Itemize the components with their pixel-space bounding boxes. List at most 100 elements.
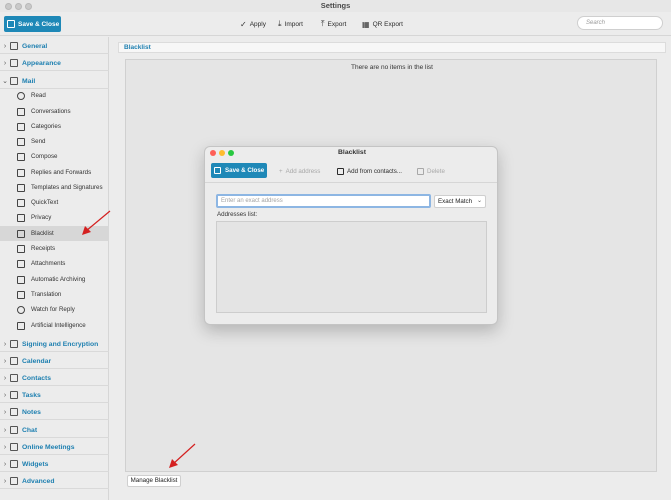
sidebar-item-label: Send [31, 138, 46, 145]
advanced-gear-icon [10, 477, 18, 485]
export-icon: ⤒ [321, 19, 325, 28]
sidebar-item-label: Receipts [31, 245, 56, 252]
envelope-icon [10, 77, 18, 85]
video-icon [10, 443, 18, 451]
sidebar-section-advanced[interactable]: › Advanced [0, 474, 109, 489]
lock-icon [10, 340, 18, 348]
window-minimize-button[interactable] [15, 3, 22, 10]
manage-blacklist-button[interactable]: Manage Blacklist [127, 475, 181, 487]
chevron-right-icon: › [3, 477, 7, 485]
paperclip-icon [17, 259, 25, 268]
search-input[interactable]: Search [577, 16, 663, 30]
sidebar-section-online-meetings[interactable]: › Online Meetings [0, 440, 109, 455]
empty-list-message: There are no items in the list [350, 64, 433, 71]
sidebar-item-automatic-archiving[interactable]: Automatic Archiving [0, 272, 109, 287]
tasks-icon [10, 391, 18, 399]
widgets-icon [10, 460, 18, 468]
match-mode-select[interactable]: Exact Match ⌄ [434, 195, 486, 208]
chevron-right-icon: › [3, 357, 7, 365]
import-button[interactable]: ⤓ Import [278, 18, 303, 30]
chevron-right-icon: › [3, 59, 7, 67]
address-input[interactable]: Enter an exact address [216, 194, 431, 208]
sidebar-item-label: Compose [31, 153, 58, 160]
addresses-list-label: Addresses list: [217, 211, 258, 218]
sidebar-section-label: Chat [22, 426, 38, 434]
template-icon [17, 183, 25, 192]
sidebar-section-label: Appearance [22, 59, 61, 67]
sidebar-section-label: Contacts [22, 374, 52, 382]
window-zoom-button[interactable] [25, 3, 32, 10]
sidebar-section-label: Online Meetings [22, 443, 75, 451]
pane-title: Blacklist [118, 42, 666, 53]
settings-sidebar: › General › Appearance ⌄ Mail Read Conve… [0, 37, 109, 500]
quicktext-icon [17, 198, 25, 207]
add-icon: + [279, 167, 283, 175]
add-from-contacts-button[interactable]: Add from contacts... [337, 165, 402, 177]
chevron-right-icon: › [3, 42, 7, 50]
window-title: Settings [320, 1, 351, 10]
qr-export-label: QR Export [372, 20, 403, 28]
eye-icon [17, 91, 25, 100]
sidebar-item-receipts[interactable]: Receipts [0, 241, 109, 256]
grid-icon [17, 122, 25, 131]
sidebar-item-artificial-intelligence[interactable]: Artificial Intelligence [0, 318, 109, 333]
sidebar-item-templates-signatures[interactable]: Templates and Signatures [0, 180, 109, 195]
sidebar-section-mail[interactable]: ⌄ Mail [0, 74, 109, 89]
sidebar-item-read[interactable]: Read [0, 88, 109, 103]
sidebar-section-signing-encryption[interactable]: › Signing and Encryption [0, 337, 109, 352]
sidebar-item-label: Artificial Intelligence [31, 322, 86, 329]
dialog-toolbar: Save & Close + Add address Add from cont… [205, 159, 497, 183]
settings-toolbar: Save & Close ✓ Apply ⤓ Import ⤒ Export ▦… [0, 12, 671, 36]
qr-code-icon: ▦ [362, 19, 370, 29]
apply-button[interactable]: ✓ Apply [240, 18, 266, 30]
chevron-right-icon: › [3, 340, 7, 348]
contacts-card-icon [337, 167, 344, 175]
sidebar-section-label: Mail [22, 77, 36, 85]
sidebar-section-general[interactable]: › General [0, 39, 109, 54]
sidebar-item-attachments[interactable]: Attachments [0, 256, 109, 271]
sidebar-section-label: General [22, 42, 48, 50]
calendar-icon [10, 357, 18, 365]
save-close-label: Save & Close [18, 20, 60, 28]
chevron-right-icon: › [3, 426, 7, 434]
dialog-save-close-label: Save & Close [225, 167, 265, 174]
sidebar-item-watch-for-reply[interactable]: Watch for Reply [0, 302, 109, 317]
sidebar-item-label: QuickText [31, 199, 59, 206]
sidebar-item-replies-forwards[interactable]: Replies and Forwards [0, 165, 109, 180]
window-close-button[interactable] [5, 3, 12, 10]
sidebar-section-appearance[interactable]: › Appearance [0, 56, 109, 71]
blacklist-dialog: Blacklist Save & Close + Add address Add… [204, 146, 498, 325]
notes-icon [10, 408, 18, 416]
sidebar-item-compose[interactable]: Compose [0, 149, 109, 164]
receipt-icon [17, 244, 25, 253]
contact-icon [10, 374, 18, 382]
match-mode-value: Exact Match [438, 198, 473, 205]
sidebar-item-label: Watch for Reply [31, 306, 75, 313]
sidebar-item-label: Privacy [31, 214, 52, 221]
sidebar-section-notes[interactable]: › Notes [0, 405, 109, 420]
sidebar-section-calendar[interactable]: › Calendar [0, 354, 109, 369]
sidebar-section-chat[interactable]: › Chat [0, 423, 109, 438]
qr-export-button[interactable]: ▦ QR Export [362, 18, 403, 30]
sidebar-item-label: Automatic Archiving [31, 276, 86, 283]
chevron-down-icon: ⌄ [2, 78, 8, 85]
delete-button[interactable]: Delete [417, 165, 445, 177]
export-button[interactable]: ⤒ Export [321, 18, 346, 30]
sidebar-item-send[interactable]: Send [0, 134, 109, 149]
sidebar-section-label: Tasks [22, 391, 41, 399]
sidebar-item-label: Categories [31, 123, 61, 130]
add-address-button[interactable]: + Add address [279, 165, 320, 177]
sidebar-section-tasks[interactable]: › Tasks [0, 388, 109, 403]
sidebar-section-contacts[interactable]: › Contacts [0, 371, 109, 386]
sidebar-item-translation[interactable]: Translation [0, 287, 109, 302]
save-icon [214, 167, 221, 174]
addresses-list[interactable] [216, 221, 487, 313]
sidebar-section-widgets[interactable]: › Widgets [0, 457, 109, 472]
chevron-right-icon: › [3, 408, 7, 416]
sidebar-item-conversations[interactable]: Conversations [0, 104, 109, 119]
save-close-button[interactable]: Save & Close [4, 16, 61, 32]
sidebar-item-categories[interactable]: Categories [0, 119, 109, 134]
sidebar-section-label: Widgets [22, 460, 49, 468]
trash-icon [417, 167, 424, 175]
dialog-save-close-button[interactable]: Save & Close [211, 163, 267, 178]
